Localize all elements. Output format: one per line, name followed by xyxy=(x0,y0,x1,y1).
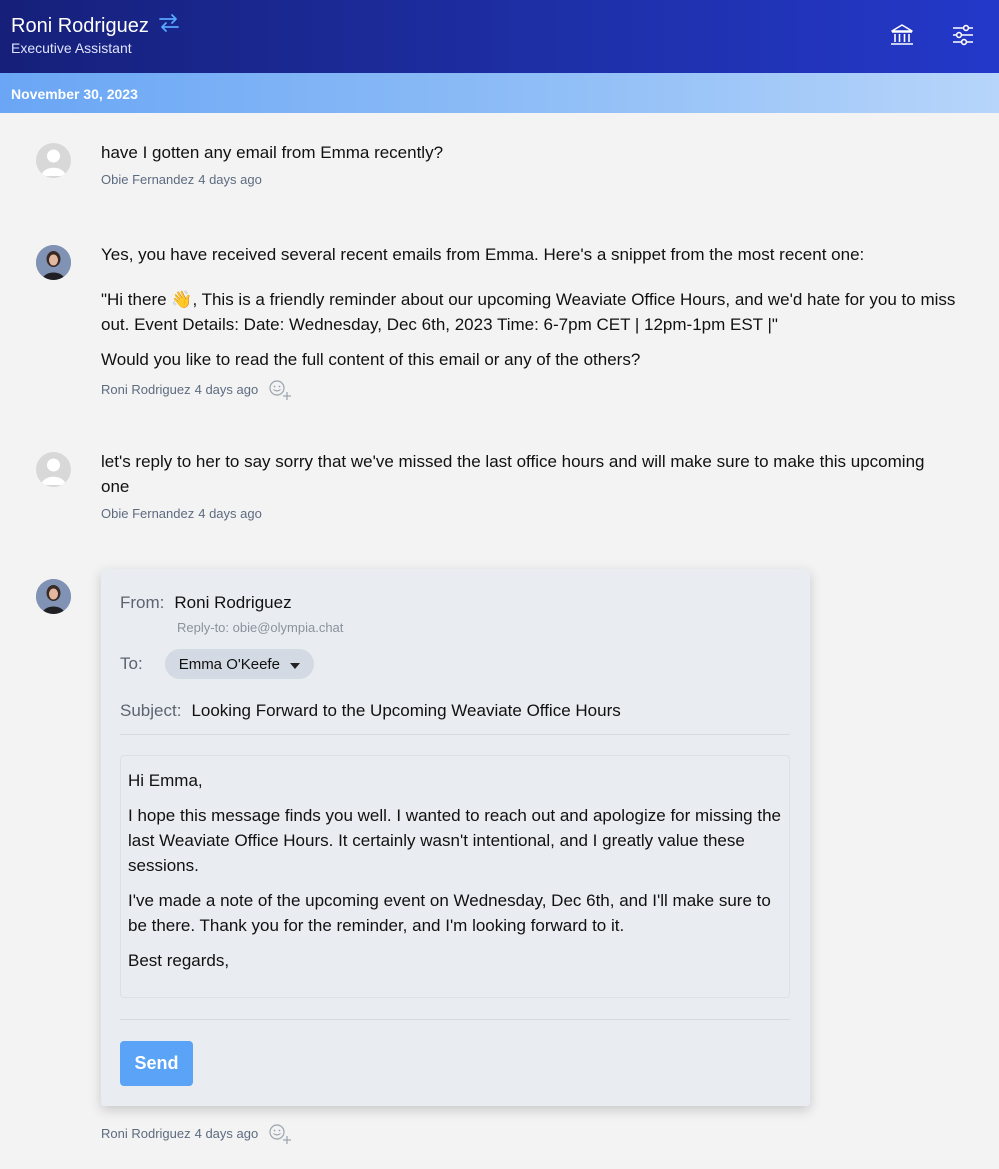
date-label: November 30, 2023 xyxy=(11,86,138,102)
message-meta: Obie Fernandez 4 days ago xyxy=(101,172,262,187)
message-author: Roni Rodriguez xyxy=(101,1125,191,1141)
sliders-icon[interactable] xyxy=(950,22,976,48)
from-value: Roni Rodriguez xyxy=(174,593,292,612)
assistant-name: Roni Rodriguez xyxy=(11,14,149,37)
email-draft-card: From: Roni Rodriguez Reply-to: obie@olym… xyxy=(101,569,810,1106)
assistant-role: Executive Assistant xyxy=(11,40,132,56)
divider xyxy=(120,1019,790,1020)
caret-down-icon[interactable] xyxy=(289,656,300,673)
to-row: To: Emma O'Keefe xyxy=(120,649,314,679)
message-time: 4 days ago xyxy=(194,381,259,397)
message-text: Yes, you have received several recent em… xyxy=(101,242,981,372)
message-author: Roni Rodriguez xyxy=(101,381,191,397)
message-paragraph: Would you like to read the full content … xyxy=(101,350,641,369)
assistant-name-row: Roni Rodriguez xyxy=(11,12,181,40)
message-text: let's reply to her to say sorry that we'… xyxy=(101,452,925,496)
reply-to: Reply-to: obie@olympia.chat xyxy=(177,620,344,635)
email-body[interactable]: Hi Emma, I hope this message finds you w… xyxy=(120,755,790,998)
body-paragraph: Best regards, xyxy=(128,951,230,970)
message-paragraph: "Hi there 👋, This is a friendly reminder… xyxy=(101,290,956,334)
app-header: Roni Rodriguez Executive Assistant xyxy=(0,0,999,73)
message-author: Obie Fernandez xyxy=(101,506,195,521)
message-time: 4 days ago xyxy=(194,1125,259,1141)
from-label: From: xyxy=(120,593,165,612)
add-reaction-icon[interactable] xyxy=(268,1123,294,1144)
message-author: Obie Fernandez xyxy=(101,172,195,187)
message-text: have I gotten any email from Emma recent… xyxy=(101,143,444,162)
subject-label: Subject: xyxy=(120,701,182,720)
message-meta: Roni Rodriguez 4 days ago xyxy=(101,1123,294,1144)
date-bar: November 30, 2023 xyxy=(0,73,999,113)
user-avatar xyxy=(36,143,71,178)
body-paragraph: Hi Emma, xyxy=(128,771,203,790)
recipient-name: Emma O'Keefe xyxy=(178,655,280,673)
user-avatar xyxy=(36,452,71,487)
message-meta: Roni Rodriguez 4 days ago xyxy=(101,379,294,400)
swap-arrows-icon[interactable] xyxy=(157,12,181,40)
to-label: To: xyxy=(120,654,143,673)
subject-value[interactable]: Looking Forward to the Upcoming Weaviate… xyxy=(191,701,620,721)
message-time: 4 days ago xyxy=(198,172,262,187)
bank-icon[interactable] xyxy=(889,22,915,48)
add-reaction-icon[interactable] xyxy=(268,379,294,400)
message-paragraph: Yes, you have received several recent em… xyxy=(101,245,865,264)
subject-row: Subject: Looking Forward to the Upcoming… xyxy=(120,701,621,721)
message-meta: Obie Fernandez 4 days ago xyxy=(101,506,262,521)
send-button[interactable]: Send xyxy=(120,1041,193,1086)
body-paragraph: I've made a note of the upcoming event o… xyxy=(128,891,771,935)
assistant-avatar xyxy=(36,245,71,280)
from-row: From: Roni Rodriguez xyxy=(120,593,292,613)
recipient-chip[interactable]: Emma O'Keefe xyxy=(164,649,314,679)
divider xyxy=(120,734,790,735)
body-paragraph: I hope this message finds you well. I wa… xyxy=(128,806,781,875)
message-time: 4 days ago xyxy=(198,506,262,521)
assistant-avatar xyxy=(36,579,71,614)
